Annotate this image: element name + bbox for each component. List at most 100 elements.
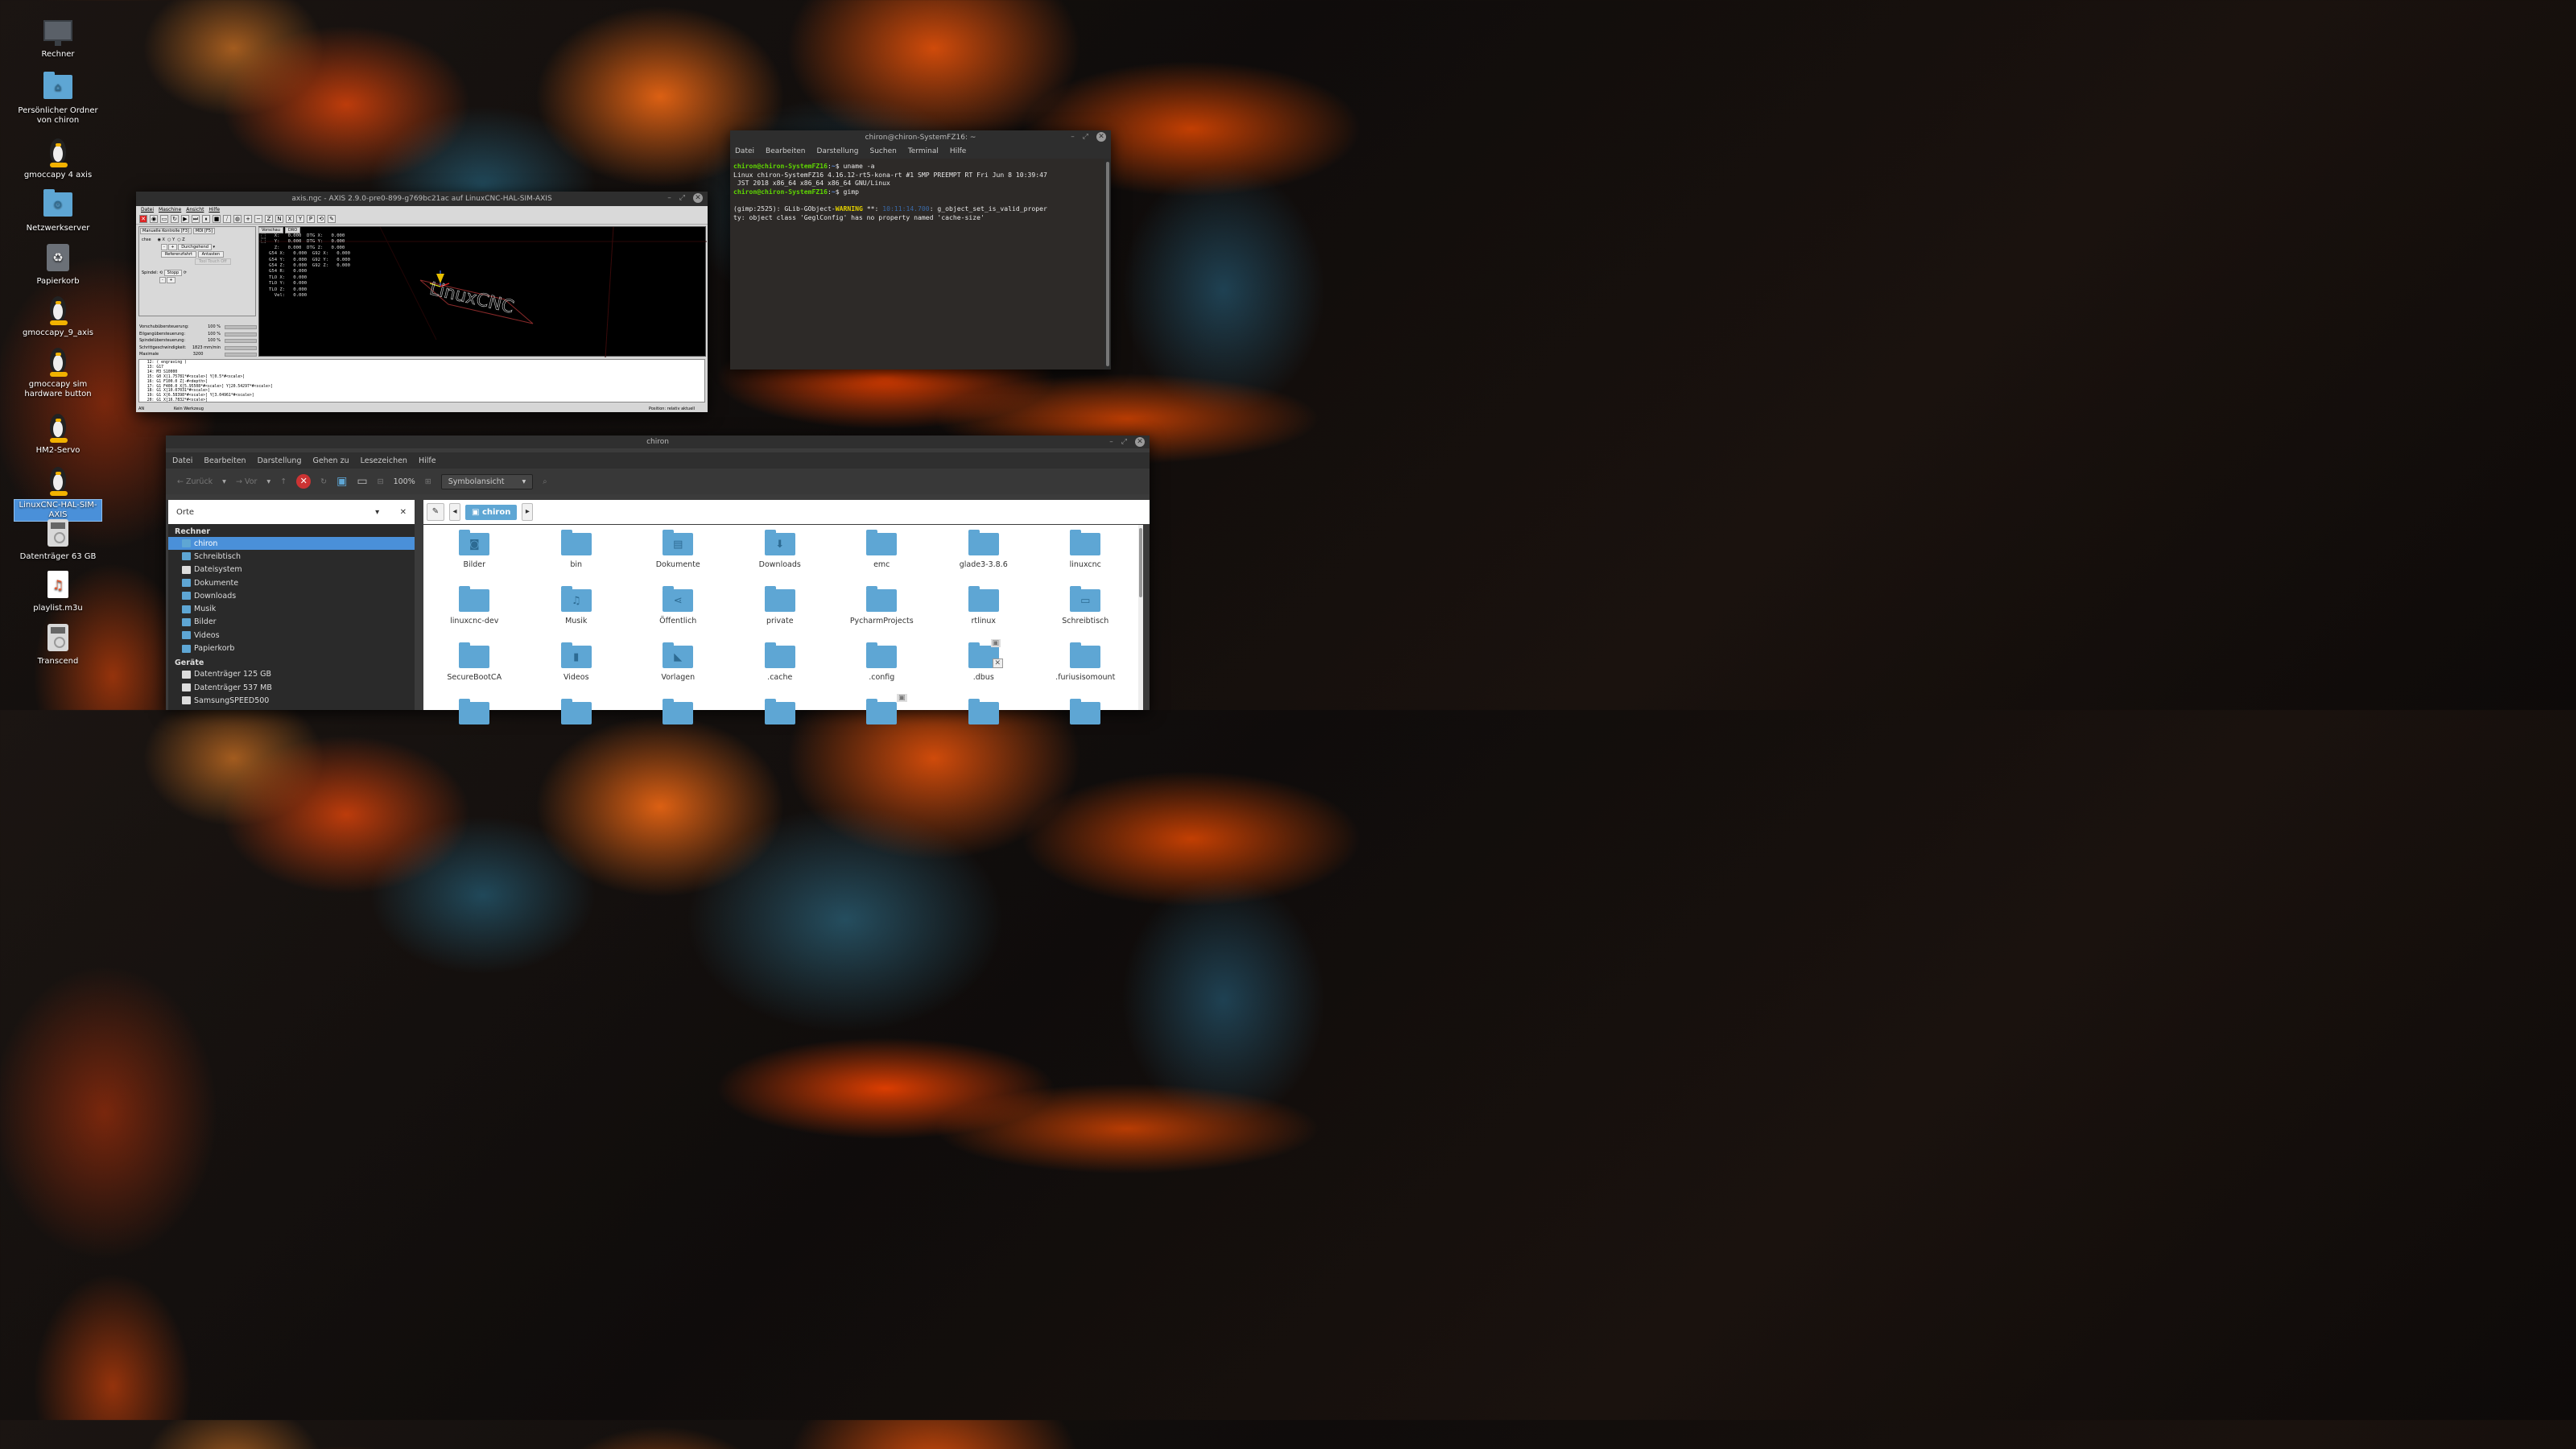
file-item[interactable] <box>1034 699 1137 758</box>
menu-item-darstellung[interactable]: Darstellung <box>816 147 858 155</box>
file-item[interactable] <box>729 699 832 758</box>
path-left-icon[interactable]: ◂ <box>449 503 460 521</box>
zoom-in-icon[interactable]: ⊞ <box>425 477 431 486</box>
rotate-icon[interactable]: ⟲ <box>317 214 325 223</box>
desktop-icon-playlist[interactable]: ♫ playlist.m3u <box>14 568 102 613</box>
desktop-icon-hm2servo[interactable]: HM2-Servo <box>14 411 102 456</box>
sidebar-item-bilder[interactable]: Bilder <box>168 616 415 629</box>
close-icon[interactable]: ✕ <box>1096 132 1106 142</box>
tab-left-1[interactable]: MDI [F5] <box>192 228 216 234</box>
view-y-icon[interactable]: Y <box>296 214 304 223</box>
tab-left-0[interactable]: Manuelle Kontrolle [F3] <box>140 228 192 234</box>
menu-item-gehen-zu[interactable]: Gehen zu <box>312 456 349 465</box>
axis-x-radio[interactable]: ◉ X <box>158 237 165 242</box>
file-item[interactable] <box>627 699 729 758</box>
override-slider[interactable] <box>225 339 257 343</box>
desktop-icon-home[interactable]: ⌂ Persönlicher Ordner von chiron <box>14 71 102 126</box>
menu-item-datei[interactable]: Datei <box>172 456 192 465</box>
spindle-ccw-icon[interactable]: ⟲ <box>159 270 163 275</box>
file-item[interactable]: .dbus ▣ ✕ <box>933 639 1035 702</box>
file-item[interactable]: rtlinux <box>933 586 1035 646</box>
view-z2-icon[interactable]: N <box>275 214 283 223</box>
power-icon[interactable]: ◉ <box>150 214 158 223</box>
axis-window[interactable]: axis.ngc - AXIS 2.9.0-pre0-899-g769bc21a… <box>136 192 708 412</box>
file-item[interactable] <box>526 699 628 758</box>
reload-icon[interactable]: ↻ <box>171 214 179 223</box>
axis-y-radio[interactable]: ○ Y <box>167 237 175 242</box>
desktop-icon-linuxcncsim[interactable]: LinuxCNC-HAL-SIM-AXIS <box>14 464 102 522</box>
clear-plot-icon[interactable]: ✎ <box>328 214 336 223</box>
home-icon[interactable]: ▣ <box>336 475 347 488</box>
file-item[interactable]: ◣ Vorlagen <box>627 642 729 702</box>
spindle-cw-icon[interactable]: ⟳ <box>184 270 187 275</box>
jog-minus-button[interactable]: - <box>161 244 167 250</box>
terminal-window[interactable]: chiron@chiron-SystemFZ16: ~ – ⤢ ✕ Datei B… <box>730 130 1111 369</box>
file-item[interactable]: .cache <box>729 642 832 702</box>
terminal-titlebar[interactable]: chiron@chiron-SystemFZ16: ~ – ⤢ ✕ <box>730 130 1111 144</box>
file-item[interactable] <box>423 699 526 758</box>
maximize-icon[interactable]: ⤢ <box>679 194 685 202</box>
menu-item-ansicht[interactable]: Ansicht <box>186 207 204 213</box>
file-item[interactable]: ▤ Dokumente <box>627 530 729 589</box>
desktop-icon-rechner[interactable]: Rechner <box>14 14 102 60</box>
sidebar-dropdown-icon[interactable]: ▾ <box>375 508 379 517</box>
minimize-icon[interactable]: – <box>1071 133 1075 141</box>
sidebar-item-dokumente[interactable]: Dokumente <box>168 576 415 589</box>
override-slider[interactable] <box>225 345 257 350</box>
run-icon[interactable]: ▶ <box>181 214 189 223</box>
computer-icon[interactable]: ▭ <box>357 475 367 488</box>
file-item[interactable]: emc <box>831 530 933 589</box>
file-manager-window[interactable]: chiron – ⤢ ✕ Datei Bearbeiten Darstellung G… <box>166 436 1150 724</box>
maximize-icon[interactable]: ⤢ <box>1083 133 1088 141</box>
desktop-icon-gmoccapy4[interactable]: gmoccapy 4 axis <box>14 135 102 180</box>
desktop-icon-netzwerk[interactable]: ⊙ Netzwerkserver <box>14 188 102 233</box>
override-slider[interactable] <box>225 332 257 336</box>
tab-right-0[interactable]: Vorschau <box>258 227 283 233</box>
touch-off-button[interactable]: Antasten <box>197 251 225 258</box>
sidebar-close-icon[interactable]: ✕ <box>400 508 407 517</box>
desktop-icon-gmoccapy9[interactable]: gmoccapy_9_axis <box>14 293 102 338</box>
sidebar-item-musik[interactable]: Musik <box>168 602 415 615</box>
sidebar-item-schreibtisch[interactable]: Schreibtisch <box>168 550 415 563</box>
estop-icon[interactable]: ✕ <box>139 214 147 223</box>
menu-item-hilfe[interactable]: Hilfe <box>950 147 966 155</box>
file-item[interactable]: ◙ Bilder <box>423 530 526 589</box>
close-icon[interactable]: ✕ <box>1135 437 1145 447</box>
block-delete-icon[interactable]: ⧸ <box>223 214 231 223</box>
view-p-icon[interactable]: P <box>307 214 315 223</box>
menu-item-suchen[interactable]: Suchen <box>870 147 897 155</box>
file-item[interactable]: SecureBootCA <box>423 642 526 702</box>
spindle-plus-button[interactable]: + <box>167 277 175 283</box>
file-item[interactable]: ▭ Schreibtisch <box>1034 586 1137 646</box>
view-x-icon[interactable]: X <box>286 214 294 223</box>
reload-icon[interactable]: ↻ <box>320 477 327 486</box>
open-file-icon[interactable]: ▭ <box>160 214 168 223</box>
up-icon[interactable]: ↑ <box>280 477 287 486</box>
maximize-icon[interactable]: ⤢ <box>1121 438 1127 446</box>
file-item[interactable]: bin <box>526 530 628 589</box>
tool-touch-off-button[interactable]: Tool Touch Off <box>195 258 231 265</box>
pause-icon[interactable]: ⏸ <box>202 214 210 223</box>
spindle-stop-button[interactable]: Stopp <box>163 270 183 276</box>
menu-item-hilfe[interactable]: Hilfe <box>208 207 220 213</box>
menu-item-bearbeiten[interactable]: Bearbeiten <box>766 147 805 155</box>
jog-mode-select[interactable]: Durchgehend <box>178 244 212 250</box>
override-slider[interactable] <box>225 353 257 357</box>
optional-stop-icon[interactable]: ◍ <box>233 214 242 223</box>
sidebar-device[interactable]: Datenträger 537 MB <box>168 681 415 694</box>
file-item[interactable]: ⬇ Downloads <box>729 530 832 589</box>
file-item[interactable]: private <box>729 586 832 646</box>
axis-z-radio[interactable]: ○ Z <box>177 237 184 242</box>
file-item[interactable]: glade3-3.8.6 <box>933 530 1035 589</box>
desktop-icon-papierkorb[interactable]: ♻ Papierkorb <box>14 242 102 287</box>
override-slider[interactable] <box>225 325 257 329</box>
menu-item-datei[interactable]: Datei <box>735 147 754 155</box>
sidebar-device[interactable]: Datenträger 125 GB <box>168 668 415 681</box>
file-item[interactable]: ♫ Musik <box>526 586 628 646</box>
menu-item-darstellung[interactable]: Darstellung <box>258 456 302 465</box>
file-item[interactable]: .furiusisomount <box>1034 642 1137 702</box>
gcode-listing[interactable]: 12: ( engraving ) 13: G17 14: M3 S10000 … <box>138 359 705 402</box>
back-button[interactable]: ← Zurück <box>177 477 213 486</box>
zoom-in-icon[interactable]: + <box>244 214 252 223</box>
menu-item-datei[interactable]: Datei <box>141 207 154 213</box>
